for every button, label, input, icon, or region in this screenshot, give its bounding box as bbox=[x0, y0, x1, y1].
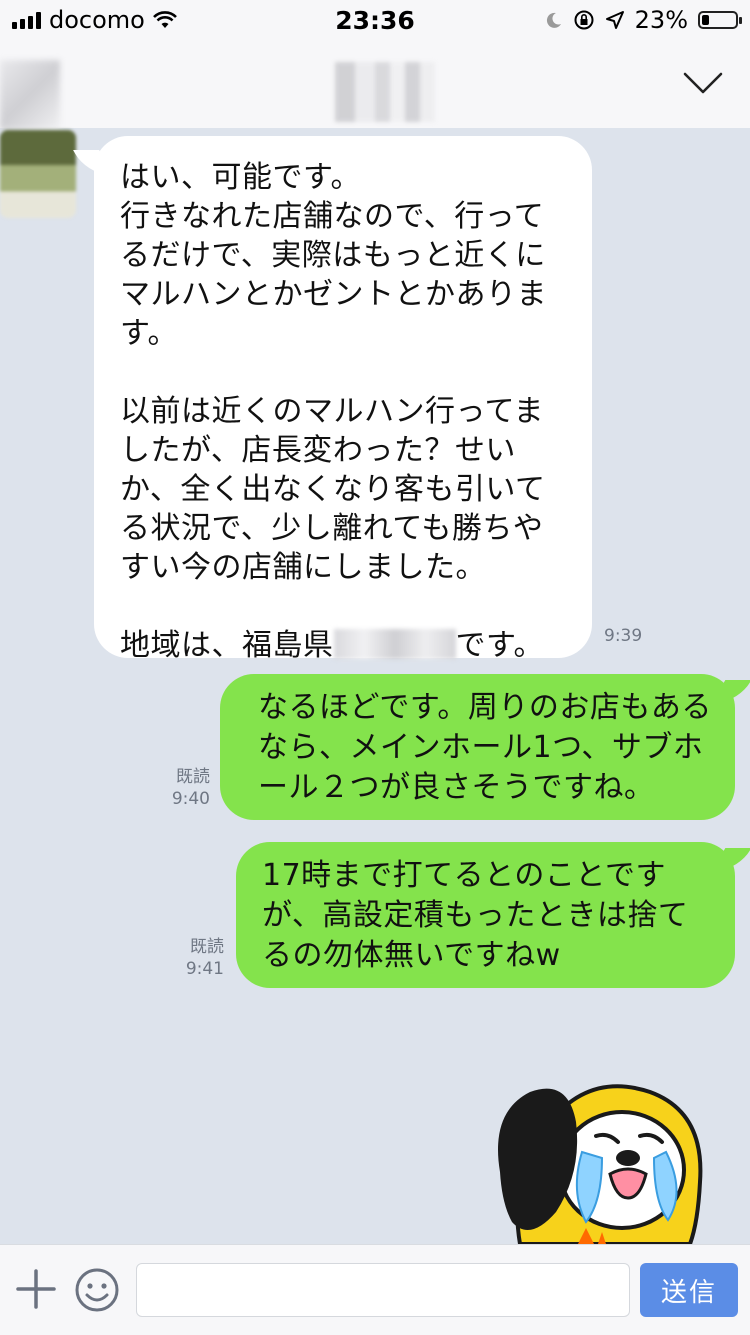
blurred-chat-title bbox=[335, 62, 435, 122]
battery-icon bbox=[698, 11, 742, 29]
read-receipt: 既読 bbox=[190, 937, 224, 957]
outgoing-meta: 既読 9:41 bbox=[166, 936, 224, 980]
read-receipt: 既読 bbox=[176, 767, 210, 787]
moon-icon bbox=[546, 12, 561, 28]
incoming-message[interactable]: はい、可能です。 行きなれた店舗なので、行ってるだけで、実際はもっと近くにマルハ… bbox=[94, 136, 592, 663]
outgoing-message[interactable]: なるほどです。周りのお店もあるなら、メインホール1つ、サブホール２つが良さそうで… bbox=[220, 674, 735, 820]
location-icon bbox=[605, 11, 624, 29]
outgoing-meta: 既読 9:40 bbox=[150, 766, 210, 810]
chat-header bbox=[0, 40, 750, 130]
incoming-message-body: はい、可能です。 行きなれた店舗なので、行ってるだけで、実際はもっと近くにマルハ… bbox=[120, 160, 547, 585]
outgoing-message[interactable]: 17時まで打てるとのことですが、高設定積もったときは捨てるの勿体無いですねw bbox=[236, 842, 735, 988]
status-bar: docomo 23:36 23% bbox=[0, 0, 750, 40]
outgoing-message-text: 17時まで打てるとのことですが、高設定積もったときは捨てるの勿体無いですねw bbox=[262, 858, 689, 973]
region-suffix: です。 bbox=[455, 628, 544, 663]
avatar[interactable] bbox=[0, 130, 76, 218]
rotation-lock-icon bbox=[574, 10, 594, 30]
battery-percent: 23% bbox=[634, 6, 688, 34]
chevron-down-icon[interactable] bbox=[682, 70, 724, 96]
incoming-message-text: はい、可能です。 行きなれた店舗なので、行ってるだけで、実際はもっと近くにマルハ… bbox=[120, 158, 566, 665]
outgoing-timestamp: 9:41 bbox=[185, 959, 224, 979]
outgoing-timestamp: 9:40 bbox=[171, 789, 210, 809]
incoming-timestamp: 9:39 bbox=[604, 626, 643, 646]
crying-dog-sticker[interactable] bbox=[490, 1052, 710, 1244]
outgoing-message-text: なるほどです。周りのお店もあるなら、メインホール1つ、サブホール２つが良さそうで… bbox=[258, 690, 712, 805]
blurred-place-name bbox=[333, 629, 456, 659]
region-prefix: 地域は、福島県 bbox=[120, 628, 334, 663]
battery-fill bbox=[702, 15, 709, 25]
input-bar: 送信 bbox=[0, 1244, 750, 1335]
message-input[interactable] bbox=[136, 1263, 630, 1317]
plus-icon[interactable] bbox=[14, 1267, 58, 1311]
smiley-icon[interactable] bbox=[74, 1267, 120, 1313]
chat-area[interactable]: はい、可能です。 行きなれた店舗なので、行ってるだけで、実際はもっと近くにマルハ… bbox=[0, 128, 750, 1244]
send-button[interactable]: 送信 bbox=[640, 1263, 738, 1317]
blurred-header-image bbox=[0, 60, 60, 130]
status-right: 23% bbox=[545, 6, 742, 34]
